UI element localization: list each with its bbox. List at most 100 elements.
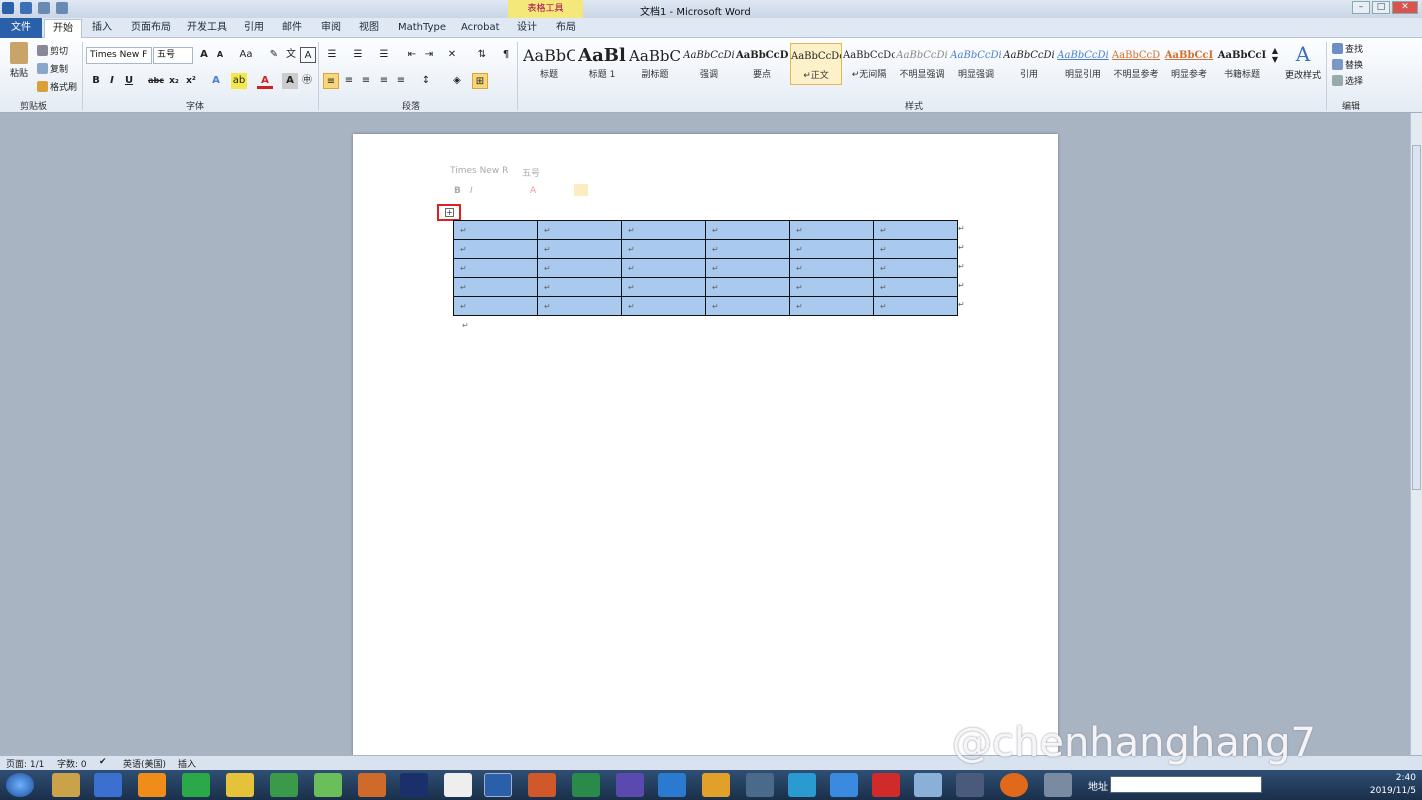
table-cell[interactable]: ↵ xyxy=(621,296,706,316)
grow-font-button[interactable]: A xyxy=(196,47,212,63)
text-effect-icon[interactable]: A xyxy=(208,73,224,89)
strikethrough-button[interactable]: abc xyxy=(148,73,164,89)
taskbar-app-icon[interactable] xyxy=(616,773,644,797)
align-center-button[interactable]: ≡ xyxy=(341,73,357,89)
table-cell[interactable]: ↵ xyxy=(705,277,790,297)
table-cell[interactable]: ↵ xyxy=(873,239,958,259)
taskbar-word-icon[interactable] xyxy=(484,773,512,797)
style-normal[interactable]: AaBbCcDc ↵正文 xyxy=(790,43,842,85)
table-cell[interactable]: ↵ xyxy=(537,258,622,278)
taskbar-app-icon[interactable] xyxy=(52,773,80,797)
taskbar-app-icon[interactable] xyxy=(444,773,472,797)
tab-home[interactable]: 开始 xyxy=(44,19,82,39)
minimize-button[interactable]: – xyxy=(1352,1,1370,14)
select-button[interactable]: 选择 xyxy=(1332,74,1363,87)
subscript-button[interactable]: x₂ xyxy=(166,73,182,89)
status-page[interactable]: 页面: 1/1 xyxy=(6,757,44,770)
style-intense-quote[interactable]: AaBbCcDi 明显引用 xyxy=(1057,43,1109,85)
taskbar-app-icon[interactable] xyxy=(872,773,900,797)
shrink-font-button[interactable]: A xyxy=(212,47,228,63)
taskbar-app-icon[interactable] xyxy=(702,773,730,797)
save-icon[interactable] xyxy=(20,2,32,14)
superscript-button[interactable]: x² xyxy=(183,73,199,89)
shading-icon[interactable]: ◈ xyxy=(449,73,465,89)
table-cell[interactable]: ↵ xyxy=(621,258,706,278)
tab-acrobat[interactable]: Acrobat xyxy=(461,21,500,35)
style-book-title[interactable]: AaBbCcI 书籍标题 xyxy=(1216,43,1268,85)
table-cell[interactable]: ↵ xyxy=(789,258,874,278)
align-left-button[interactable]: ≡ xyxy=(323,73,339,89)
taskbar-app-icon[interactable] xyxy=(182,773,210,797)
char-shading-icon[interactable]: A xyxy=(282,73,298,89)
table-cell[interactable]: ↵ xyxy=(453,258,538,278)
document-page[interactable]: Times New R 五号 B I A + ↵ ↵ ↵ ↵ ↵ ↵ ↵ ↵ ↵ ↵ ↵ ↵ ↵ ↵ ↵ ↵ ↵… xyxy=(353,134,1058,774)
style-strong[interactable]: AaBbCcD 要点 xyxy=(736,43,788,85)
mini-italic-icon[interactable]: I xyxy=(470,186,473,196)
tab-file[interactable]: 文件 xyxy=(0,18,42,38)
maximize-button[interactable]: □ xyxy=(1372,1,1390,14)
tab-mailings[interactable]: 邮件 xyxy=(282,21,302,35)
increase-indent-icon[interactable]: ⇥ xyxy=(421,47,437,63)
taskbar-app-icon[interactable] xyxy=(358,773,386,797)
taskbar-powerpoint-icon[interactable] xyxy=(528,773,556,797)
tab-layout[interactable]: 布局 xyxy=(556,21,576,35)
italic-button[interactable]: I xyxy=(104,73,120,89)
taskbar-app-icon[interactable] xyxy=(788,773,816,797)
table-cell[interactable]: ↵ xyxy=(453,296,538,316)
style-quote[interactable]: AaBbCcDi 引用 xyxy=(1003,43,1055,85)
table-cell[interactable]: ↵ xyxy=(789,296,874,316)
taskbar-firefox-icon[interactable] xyxy=(1000,773,1028,797)
style-intense-reference[interactable]: AaBbCcI 明显参考 xyxy=(1163,43,1215,85)
taskbar-app-icon[interactable] xyxy=(1044,773,1072,797)
table-cell[interactable]: ↵ xyxy=(621,239,706,259)
table-cell[interactable]: ↵ xyxy=(705,258,790,278)
status-word-count[interactable]: 字数: 0 xyxy=(57,757,87,770)
redo-icon[interactable] xyxy=(56,2,68,14)
scrollbar-thumb[interactable] xyxy=(1412,145,1421,490)
tab-mathtype[interactable]: MathType xyxy=(398,21,446,35)
font-name-combo[interactable]: Times New F xyxy=(86,47,152,64)
style-emphasis[interactable]: AaBbCcDi 强调 xyxy=(683,43,735,85)
tab-developer[interactable]: 开发工具 xyxy=(187,21,227,35)
phonetic-guide-icon[interactable]: 文 xyxy=(283,47,299,63)
change-case-button[interactable]: Aa xyxy=(236,47,256,63)
table-cell[interactable]: ↵ xyxy=(873,296,958,316)
taskbar-app-icon[interactable] xyxy=(830,773,858,797)
chinese-layout-icon[interactable]: ✕ xyxy=(444,47,460,63)
proofing-icon[interactable]: ✔ xyxy=(99,757,107,767)
table-cell[interactable]: ↵ xyxy=(621,277,706,297)
table-cell[interactable]: ↵ xyxy=(453,220,538,240)
taskbar-app-icon[interactable] xyxy=(914,773,942,797)
style-subtitle[interactable]: AaBbC 副标题 xyxy=(629,43,681,85)
taskbar-app-icon[interactable] xyxy=(658,773,686,797)
style-subtle-emphasis[interactable]: AaBbCcDi 不明显强调 xyxy=(896,43,948,85)
table-cell[interactable]: ↵ xyxy=(537,277,622,297)
cut-button[interactable]: 剪切 xyxy=(37,44,68,57)
style-subtle-reference[interactable]: AaBbCcD 不明显参考 xyxy=(1110,43,1162,85)
multilevel-list-icon[interactable]: ☰ xyxy=(376,47,392,63)
table-cell[interactable]: ↵ xyxy=(789,277,874,297)
system-clock[interactable]: 2:40 2019/11/5 xyxy=(1370,772,1416,798)
taskbar-photoshop-icon[interactable] xyxy=(400,773,428,797)
enclose-char-icon[interactable]: ㊥ xyxy=(299,73,315,89)
distribute-button[interactable]: ≡ xyxy=(393,73,409,89)
vertical-scrollbar[interactable] xyxy=(1410,113,1422,755)
mini-borders-icon[interactable] xyxy=(574,184,588,196)
taskbar-chrome-icon[interactable] xyxy=(226,773,254,797)
address-input[interactable] xyxy=(1110,776,1262,793)
mini-font-color-icon[interactable]: A xyxy=(530,186,536,196)
start-button[interactable] xyxy=(6,773,34,797)
copy-button[interactable]: 复制 xyxy=(37,62,68,75)
underline-button[interactable]: U xyxy=(121,73,137,89)
char-border-icon[interactable]: A xyxy=(300,47,316,63)
table-cell[interactable]: ↵ xyxy=(705,220,790,240)
tab-page-layout[interactable]: 页面布局 xyxy=(131,21,171,35)
line-spacing-icon[interactable]: ↕ xyxy=(418,73,434,89)
taskbar-app-icon[interactable] xyxy=(94,773,122,797)
table-move-handle[interactable]: + xyxy=(437,204,461,221)
status-language[interactable]: 英语(美国) xyxy=(123,757,166,770)
tab-references[interactable]: 引用 xyxy=(244,21,264,35)
table-cell[interactable]: ↵ xyxy=(537,239,622,259)
table-cell[interactable]: ↵ xyxy=(453,239,538,259)
table-cell[interactable]: ↵ xyxy=(873,258,958,278)
